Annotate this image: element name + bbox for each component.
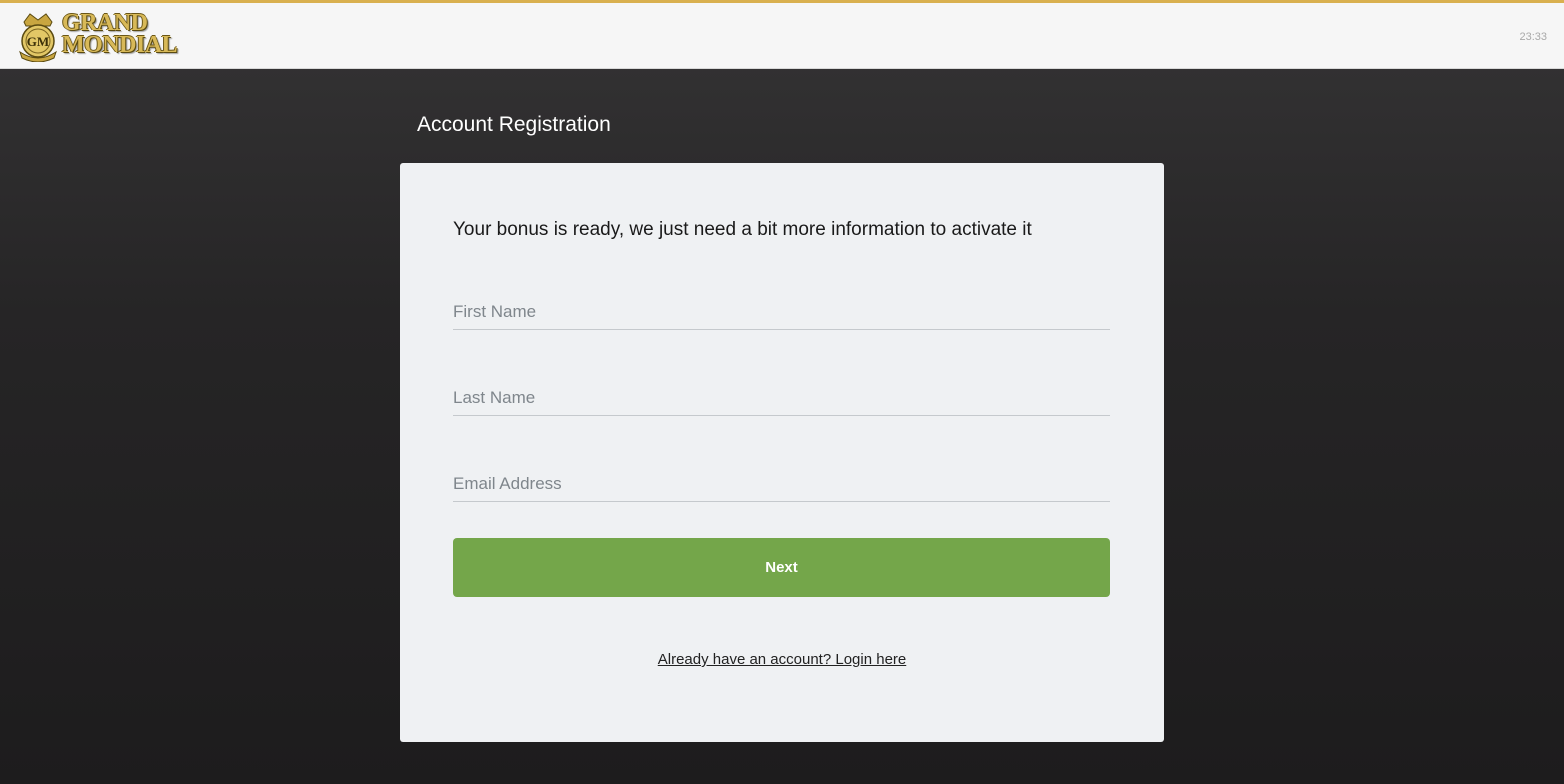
page-title: Account Registration [417, 113, 611, 136]
logo-line-1: GRAND [62, 10, 148, 36]
first-name-field[interactable] [453, 294, 1110, 330]
next-button[interactable]: Next [453, 538, 1110, 597]
bonus-intro-text: Your bonus is ready, we just need a bit … [453, 219, 1032, 240]
last-name-field[interactable] [453, 380, 1110, 416]
registration-card: Your bonus is ready, we just need a bit … [400, 163, 1164, 742]
top-bar: GM GRAND MONDIAL 23:33 [0, 0, 1564, 69]
login-link[interactable]: Already have an account? Login here [658, 651, 907, 668]
crest-emblem-icon: GM [19, 13, 57, 62]
logo-line-2: MONDIAL [62, 32, 178, 58]
clock: 23:33 [1519, 31, 1547, 43]
logo-wordmark: GRAND MONDIAL [62, 10, 178, 58]
login-link-container: Already have an account? Login here [400, 651, 1164, 668]
svg-text:GM: GM [27, 34, 49, 49]
grand-mondial-logo[interactable]: GM GRAND MONDIAL [16, 10, 186, 62]
email-field[interactable] [453, 466, 1110, 502]
